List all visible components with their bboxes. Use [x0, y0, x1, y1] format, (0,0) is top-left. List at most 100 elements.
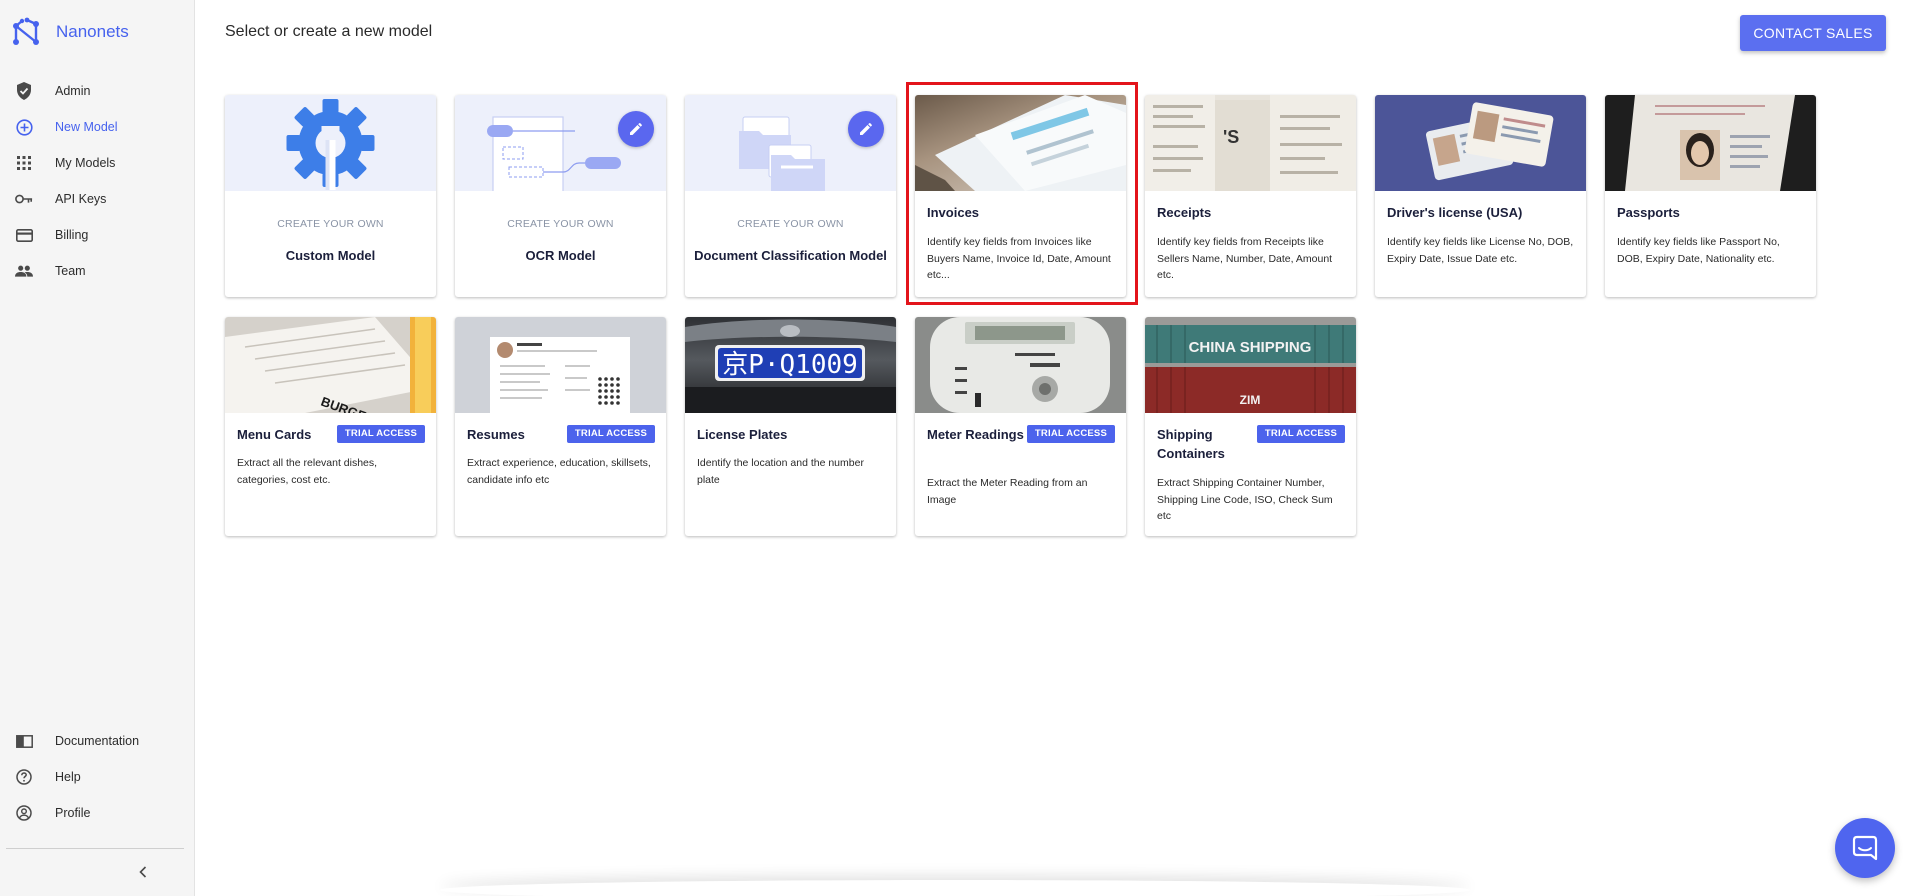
invoices-model-card[interactable]: Invoices Identify key fields from Invoic…	[915, 95, 1126, 297]
sidebar-item-documentation[interactable]: Documentation	[0, 723, 195, 759]
bottom-panel-shadow	[440, 880, 1470, 896]
meter-readings-model-card[interactable]: Meter Readings TRIAL ACCESS Extract the …	[915, 317, 1126, 536]
sidebar-item-label: API Keys	[55, 192, 107, 206]
sidebar-nav: Admin New Model My Models API Keys Billi…	[0, 73, 195, 289]
card-description: Identify key fields from Receipts like S…	[1157, 236, 1333, 281]
credit-card-icon	[15, 226, 33, 244]
card-title: Passports	[1617, 205, 1680, 220]
brand[interactable]: Nanonets	[10, 14, 129, 50]
gear-wrench-icon	[286, 99, 375, 190]
trial-access-badge: TRIAL ACCESS	[336, 425, 425, 443]
shipping-container-thumbnail: CHINA SHIPPING ZIM	[1145, 317, 1356, 413]
chevron-left-icon	[139, 866, 147, 878]
trial-access-badge: TRIAL ACCESS	[1256, 425, 1345, 443]
card-title: Menu Cards	[237, 427, 312, 442]
card-title: Invoices	[927, 205, 980, 220]
add-circle-icon	[15, 118, 33, 136]
sidebar-item-label: Help	[55, 770, 81, 784]
shield-check-icon	[15, 82, 33, 100]
drivers-license-model-card[interactable]: Driver's license (USA) Identify key fiel…	[1375, 95, 1586, 297]
card-description: Extract Shipping Container Number, Shipp…	[1157, 477, 1333, 522]
card-title: Shipping Containers	[1157, 427, 1225, 461]
document-classification-card[interactable]: CREATE YOUR OWN Document Classification …	[685, 95, 896, 297]
brand-name: Nanonets	[56, 22, 129, 41]
card-subtitle: CREATE YOUR OWN	[737, 218, 844, 230]
book-icon	[15, 732, 33, 750]
card-title: Meter Readings	[927, 427, 1024, 442]
people-icon	[15, 262, 33, 280]
trial-access-badge: TRIAL ACCESS	[566, 425, 655, 443]
sidebar-item-profile[interactable]: Profile	[0, 795, 195, 831]
edit-button[interactable]	[848, 111, 884, 147]
license-plate-thumbnail: 京P·Q1009	[685, 317, 896, 413]
sidebar-item-label: New Model	[55, 120, 118, 134]
ocr-model-card[interactable]: CREATE YOUR OWN OCR Model	[455, 95, 666, 297]
chat-button[interactable]	[1835, 818, 1895, 878]
card-description: Extract experience, education, skillsets…	[467, 457, 651, 486]
card-title: Receipts	[1157, 205, 1212, 220]
license-plates-model-card[interactable]: 京P·Q1009 License Plates Identify the loc…	[685, 317, 896, 536]
chat-icon	[1852, 835, 1878, 861]
card-title: Resumes	[467, 427, 525, 442]
card-description: Identify key fields like Passport No, DO…	[1617, 236, 1780, 265]
help-circle-icon	[15, 768, 33, 786]
sidebar-item-label: My Models	[55, 156, 116, 170]
resumes-model-card[interactable]: Resumes TRIAL ACCESS Extract experience,…	[455, 317, 666, 536]
nanonets-logo-icon	[13, 17, 39, 45]
sidebar: Nanonets Admin New Model My Models API K…	[0, 0, 195, 896]
account-circle-icon	[15, 804, 33, 822]
receipts-model-card[interactable]: 'S Receipts Identify key fields from Rec…	[1145, 95, 1356, 297]
sidebar-item-admin[interactable]: Admin	[0, 73, 195, 109]
menu-card-thumbnail: BURGERS	[225, 317, 436, 413]
collapse-sidebar-button[interactable]	[135, 864, 151, 880]
card-subtitle: CREATE YOUR OWN	[507, 218, 614, 230]
sidebar-item-new-model[interactable]: New Model	[0, 109, 195, 145]
card-description: Extract the Meter Reading from an Image	[927, 477, 1088, 506]
custom-model-card[interactable]: CREATE YOUR OWN Custom Model	[225, 95, 436, 297]
resume-thumbnail	[455, 317, 666, 413]
menu-cards-model-card[interactable]: BURGERS Menu Cards TRIAL ACCESS Extract …	[225, 317, 436, 536]
drivers-license-thumbnail	[1375, 95, 1586, 191]
sidebar-item-team[interactable]: Team	[0, 253, 195, 289]
svg-text:'S: 'S	[1223, 127, 1239, 147]
container-text-2: ZIM	[1240, 393, 1261, 407]
card-title: Document Classification Model	[694, 248, 887, 263]
card-description: Identify the location and the number pla…	[697, 457, 864, 486]
card-title: OCR Model	[525, 248, 596, 263]
passports-model-card[interactable]: Passports Identify key fields like Passp…	[1605, 95, 1816, 297]
sidebar-item-label: Documentation	[55, 734, 140, 748]
sidebar-item-help[interactable]: Help	[0, 759, 195, 795]
receipts-thumbnail: 'S	[1145, 95, 1356, 191]
sidebar-item-my-models[interactable]: My Models	[0, 145, 195, 181]
pencil-icon	[630, 123, 642, 135]
card-title: License Plates	[697, 427, 788, 442]
container-text: CHINA SHIPPING	[1189, 339, 1312, 356]
meter-thumbnail	[915, 317, 1126, 413]
card-illustration	[225, 95, 436, 191]
passport-thumbnail	[1605, 95, 1816, 191]
sidebar-item-billing[interactable]: Billing	[0, 217, 195, 253]
card-title: Driver's license (USA)	[1387, 205, 1523, 220]
sidebar-item-label: Admin	[55, 84, 91, 98]
grid-icon	[15, 154, 33, 172]
card-subtitle: CREATE YOUR OWN	[277, 218, 384, 230]
pencil-icon	[860, 123, 872, 135]
sidebar-bottom-nav: Documentation Help Profile	[0, 723, 195, 831]
sidebar-item-label: Team	[55, 264, 86, 278]
card-illustration	[455, 95, 666, 191]
card-description: Identify key fields like License No, DOB…	[1387, 236, 1574, 265]
invoice-thumbnail	[915, 95, 1126, 191]
sidebar-item-api-keys[interactable]: API Keys	[0, 181, 195, 217]
key-icon	[15, 190, 33, 208]
edit-button[interactable]	[618, 111, 654, 147]
trial-access-badge: TRIAL ACCESS	[1026, 425, 1115, 443]
card-title: Custom Model	[285, 248, 376, 263]
plate-text: 京P·Q1009	[722, 350, 858, 380]
page-title: Select or create a new model	[225, 23, 433, 40]
card-description: Identify key fields from Invoices like B…	[927, 236, 1111, 281]
sidebar-item-label: Billing	[55, 228, 89, 242]
sidebar-item-label: Profile	[55, 806, 91, 820]
card-illustration	[685, 95, 896, 191]
contact-sales-button[interactable]: CONTACT SALES	[1740, 15, 1886, 51]
shipping-containers-model-card[interactable]: CHINA SHIPPING ZIM Shipping Containers T…	[1145, 317, 1356, 536]
